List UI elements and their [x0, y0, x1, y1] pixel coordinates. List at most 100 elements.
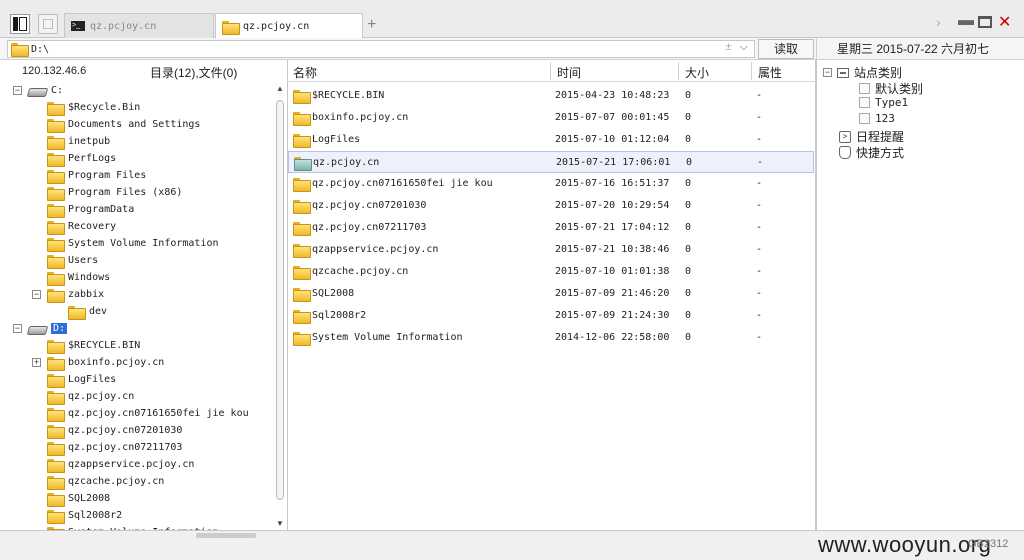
table-row[interactable]: qzcache.pcjoy.cn 2015-07-10 01:01:38 0 -	[288, 261, 814, 283]
cell-time: 2015-07-09 21:24:30	[555, 310, 670, 321]
tree-node[interactable]: zabbix	[47, 286, 104, 303]
folder-icon	[293, 222, 311, 236]
scroll-down-icon[interactable]: ▼	[276, 519, 284, 528]
folder-icon	[222, 20, 240, 35]
tree-node[interactable]: qzcache.pcjoy.cn	[47, 473, 164, 490]
terminal-icon: >_	[71, 21, 85, 31]
maximize-button[interactable]	[978, 16, 992, 28]
tree-node[interactable]: Users	[47, 252, 98, 269]
collapse-icon[interactable]: −	[13, 86, 22, 95]
table-row[interactable]: qz.pcjoy.cn07211703 2015-07-21 17:04:12 0 -	[288, 217, 814, 239]
cell-size: 0	[685, 288, 692, 299]
column-attr[interactable]: 属性	[758, 64, 782, 81]
table-row[interactable]: qzappservice.pcjoy.cn 2015-07-21 10:38:46…	[288, 239, 814, 261]
tree-node[interactable]: qz.pcjoy.cn07161650fei jie kou	[47, 405, 249, 422]
checkbox-icon[interactable]	[859, 83, 870, 94]
folder-icon	[293, 90, 311, 104]
directory-tree-panel: 120.132.46.6 目录(12),文件(0) − C: $Recycle.Bi…	[0, 60, 288, 530]
tree-node-label: Program Files (x86)	[68, 187, 183, 198]
tab-label: qz.pcjoy.cn	[90, 20, 157, 32]
cell-time: 2015-07-07 00:01:45	[555, 112, 670, 123]
tree-node[interactable]: Sql2008r2	[47, 507, 122, 524]
drive-icon	[28, 86, 46, 96]
collapse-icon[interactable]: −	[823, 68, 832, 77]
tree-node[interactable]: $RECYCLE.BIN	[47, 337, 140, 354]
read-button[interactable]: 读取	[758, 39, 814, 59]
tree-node[interactable]: Recovery	[47, 218, 116, 235]
category-default[interactable]: 默认类别	[859, 80, 923, 97]
tree-node[interactable]: qz.pcjoy.cn07201030	[47, 422, 182, 439]
tree-node[interactable]: LogFiles	[47, 371, 116, 388]
table-row[interactable]: qz.pcjoy.cn07201030 2015-07-20 10:29:54 0 -	[288, 195, 814, 217]
category-123[interactable]: 123	[859, 112, 895, 125]
checkbox-icon[interactable]	[859, 97, 870, 108]
folder-icon	[47, 135, 65, 150]
shortcuts[interactable]: 快捷方式	[839, 144, 904, 161]
tab-file-manager[interactable]: qz.pcjoy.cn	[215, 13, 363, 39]
tree-node[interactable]: dev	[68, 303, 107, 320]
tree-node-label: SQL2008	[68, 493, 111, 504]
new-tab-button[interactable]: +	[367, 16, 376, 34]
tree-node[interactable]: qz.pcjoy.cn07211703	[47, 439, 182, 456]
table-row[interactable]: qz.pcjoy.cn07161650fei jie kou 2015-07-16…	[288, 173, 814, 195]
schedule-reminder[interactable]: > 日程提醒	[839, 128, 904, 145]
tree-node[interactable]: SQL2008	[47, 490, 110, 507]
cell-attr: -	[756, 266, 763, 277]
chevron-right-icon[interactable]: ›	[936, 14, 941, 30]
tree-node[interactable]: $Recycle.Bin	[47, 99, 140, 116]
scroll-up-icon[interactable]: ▲	[276, 84, 284, 93]
view-toggle-button[interactable]	[38, 14, 58, 34]
tree-node[interactable]: System Volume Information	[47, 235, 219, 252]
tab-terminal[interactable]: >_ qz.pcjoy.cn	[64, 13, 214, 38]
table-row[interactable]: Sql2008r2 2015-07-09 21:24:30 0 -	[288, 305, 814, 327]
tree-node[interactable]: C:	[28, 82, 63, 99]
panel-toggle-button[interactable]	[10, 14, 30, 34]
folder-icon	[47, 220, 65, 235]
tree-node[interactable]: boxinfo.pcjoy.cn	[47, 354, 164, 371]
tree-node-label: qzappservice.pcjoy.cn	[68, 459, 195, 470]
tree-node[interactable]: Windows	[47, 269, 110, 286]
column-name[interactable]: 名称	[293, 64, 317, 81]
tree-node-label: zabbix	[68, 289, 105, 300]
tree-scrollbar[interactable]: ▲ ▼	[274, 82, 286, 530]
expand-icon[interactable]: +	[32, 358, 41, 367]
column-size[interactable]: 大小	[685, 64, 709, 81]
category-type1[interactable]: Type1	[859, 96, 908, 109]
tree-node[interactable]: Program Files (x86)	[47, 184, 182, 201]
cell-attr: -	[756, 134, 763, 145]
folder-icon	[293, 178, 311, 192]
horizontal-scrollbar[interactable]	[196, 533, 256, 538]
cell-attr: -	[756, 200, 763, 211]
table-row[interactable]: boxinfo.pcjoy.cn 2015-07-07 00:01:45 0 -	[288, 107, 814, 129]
cell-attr: -	[756, 222, 763, 233]
collapse-icon[interactable]: −	[13, 324, 22, 333]
table-row[interactable]: qz.pcjoy.cn 2015-07-21 17:06:01 0 -	[288, 151, 814, 173]
site-category-root[interactable]: − 站点类别	[823, 64, 902, 81]
close-button[interactable]: ✕	[998, 12, 1011, 32]
tree-node[interactable]: D:	[28, 320, 68, 337]
collapse-icon[interactable]: −	[32, 290, 41, 299]
tree-node[interactable]: Documents and Settings	[47, 116, 200, 133]
drive-icon	[28, 324, 46, 334]
plus-minus-icon[interactable]: ±	[726, 41, 732, 53]
column-time[interactable]: 时间	[557, 64, 581, 81]
checkbox-icon[interactable]	[859, 113, 870, 124]
tree-node[interactable]: ProgramData	[47, 201, 134, 218]
tree-node[interactable]: qz.pcjoy.cn	[47, 388, 134, 405]
scrollbar-thumb[interactable]	[276, 100, 284, 500]
tree-node[interactable]: inetpub	[47, 133, 110, 150]
tree-node[interactable]: Program Files	[47, 167, 146, 184]
table-row[interactable]: System Volume Information 2014-12-06 22:5…	[288, 327, 814, 349]
address-input[interactable]: D:\ ± ⌵	[7, 40, 755, 58]
table-row[interactable]: $RECYCLE.BIN 2015-04-23 10:48:23 0 -	[288, 85, 814, 107]
cell-attr: -	[756, 178, 763, 189]
tree-node[interactable]: PerfLogs	[47, 150, 116, 167]
minimize-button[interactable]: ▬	[958, 12, 974, 30]
tree-node-label: qz.pcjoy.cn07211703	[68, 442, 183, 453]
tree-node[interactable]: qzappservice.pcjoy.cn	[47, 456, 194, 473]
cell-size: 0	[685, 332, 692, 343]
folder-icon	[293, 112, 311, 126]
chevron-down-icon[interactable]: ⌵	[740, 41, 748, 53]
table-row[interactable]: LogFiles 2015-07-10 01:12:04 0 -	[288, 129, 814, 151]
table-row[interactable]: SQL2008 2015-07-09 21:46:20 0 -	[288, 283, 814, 305]
